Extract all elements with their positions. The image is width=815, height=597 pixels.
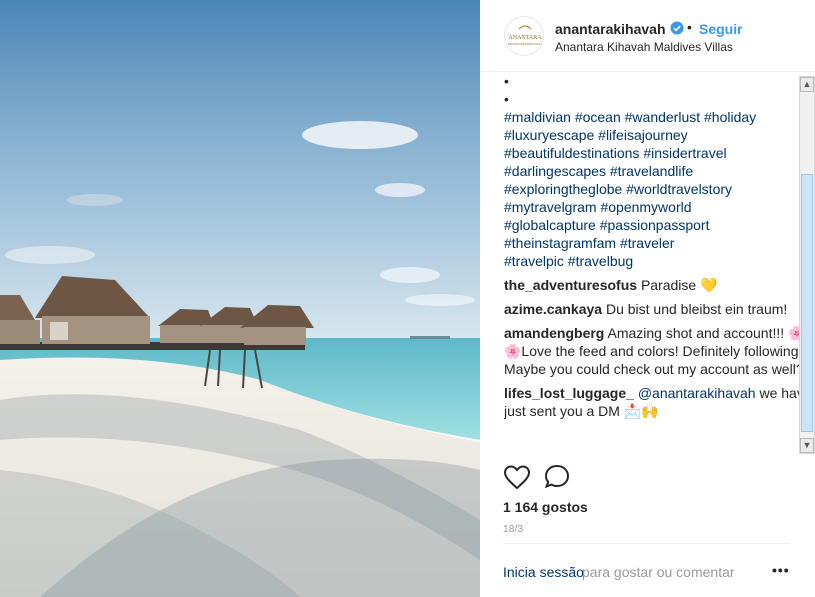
hashtag-line[interactable]: #maldivian #ocean #wanderlust #holiday — [504, 108, 815, 126]
comment-bubble-icon[interactable] — [543, 464, 571, 490]
post-date[interactable]: 18/3 — [503, 524, 523, 535]
beach-villa-photo — [0, 0, 480, 597]
comment-username[interactable]: the_adventuresofus — [504, 277, 637, 293]
caption-bullet: • — [504, 73, 509, 89]
comment-username[interactable]: lifes_lost_luggage_ — [504, 385, 634, 401]
likes-count[interactable]: 1 164 gostos — [503, 499, 588, 515]
post-photo[interactable] — [0, 0, 480, 597]
hashtag-line[interactable]: #darlingescapes #travelandlife — [504, 162, 815, 180]
comment-text: Du bist und bleibst ein traum! — [605, 301, 788, 317]
hashtag-line[interactable]: #luxuryescape #lifeisajourney — [504, 126, 815, 144]
hashtag-line[interactable]: #theinstagramfam #traveler — [504, 234, 815, 252]
verified-badge-icon — [670, 21, 684, 35]
username-link[interactable]: anantarakihavah — [555, 21, 666, 37]
hashtag-line[interactable]: #travelpic #travelbug — [504, 252, 815, 270]
comment-item: amandengberg Amazing shot and account!!!… — [504, 324, 815, 378]
scroll-thumb[interactable] — [801, 174, 813, 432]
hashtags: #maldivian #ocean #wanderlust #holiday #… — [504, 108, 815, 270]
comments-scrollbar[interactable]: ▲ ▼ — [799, 76, 815, 454]
post-header: ANANTARA KIHAVAH MALDIVES VILLAS anantar… — [480, 0, 815, 72]
comment-item: lifes_lost_luggage_ @anantarakihavah we … — [504, 384, 815, 420]
anantara-logo-icon: ANANTARA KIHAVAH MALDIVES VILLAS — [508, 25, 543, 46]
divider — [503, 543, 790, 544]
more-options-icon[interactable]: ••• — [772, 562, 790, 578]
comment-username[interactable]: amandengberg — [504, 325, 604, 341]
caption-bullet: • — [504, 91, 509, 107]
hashtag-line[interactable]: #mytravelgram #openmyworld — [504, 198, 815, 216]
svg-text:KIHAVAH MALDIVES VILLAS: KIHAVAH MALDIVES VILLAS — [508, 42, 543, 46]
login-link[interactable]: Inicia sessão — [503, 564, 584, 580]
scroll-up-icon[interactable]: ▲ — [800, 77, 814, 92]
comment-item: azime.cankaya Du bist und bleibst ein tr… — [504, 300, 815, 318]
follow-button[interactable]: Seguir — [699, 21, 743, 37]
svg-text:ANANTARA: ANANTARA — [508, 35, 542, 41]
location-link[interactable]: Anantara Kihavah Maldives Villas — [555, 40, 733, 54]
comment-mention[interactable]: @anantarakihavah — [638, 385, 756, 401]
heart-icon[interactable] — [503, 464, 531, 490]
comment-username[interactable]: azime.cankaya — [504, 301, 602, 317]
hashtag-line[interactable]: #exploringtheglobe #worldtravelstory — [504, 180, 815, 198]
comment-item: the_adventuresofus Paradise 💛 — [504, 276, 815, 294]
hashtag-line[interactable]: #beautifuldestinations #insidertravel — [504, 144, 815, 162]
comments-list[interactable]: • • #maldivian #ocean #wanderlust #holid… — [504, 72, 815, 456]
hashtag-line[interactable]: #globalcapture #passionpassport — [504, 216, 815, 234]
separator-dot: • — [687, 19, 692, 35]
avatar[interactable]: ANANTARA KIHAVAH MALDIVES VILLAS — [504, 16, 544, 56]
login-prompt-text: para gostar ou comentar — [582, 564, 735, 580]
scroll-down-icon[interactable]: ▼ — [800, 438, 814, 453]
comment-text: Paradise 💛 — [640, 277, 718, 293]
